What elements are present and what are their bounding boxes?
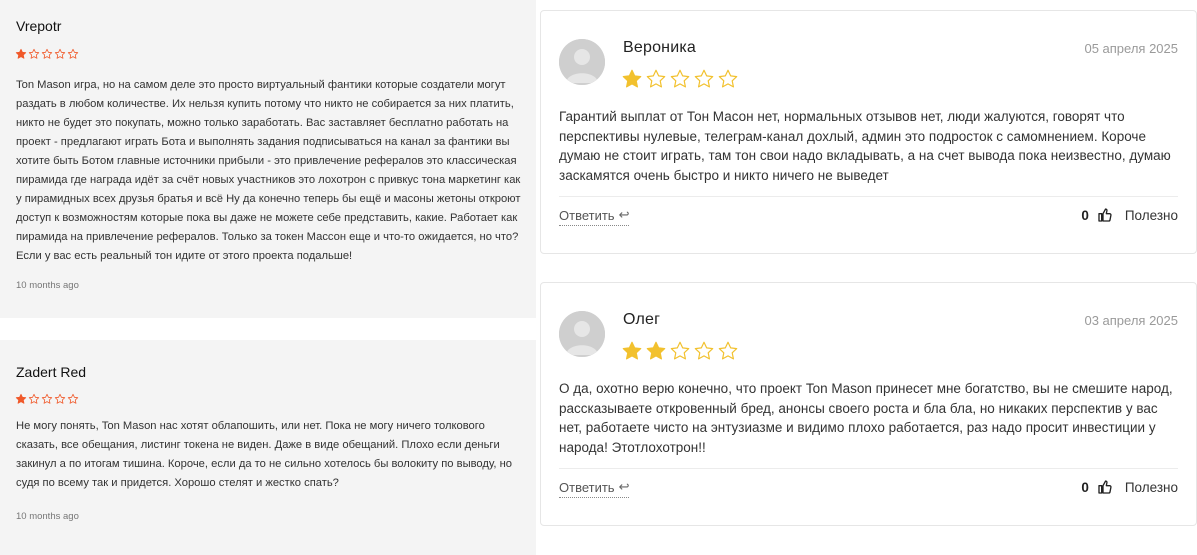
star-empty-icon — [670, 341, 690, 360]
star-rating — [621, 340, 739, 362]
star-empty-icon — [67, 393, 79, 404]
thumbs-up-icon[interactable] — [1097, 479, 1113, 495]
helpful-label[interactable]: Полезно — [1125, 480, 1178, 495]
star-empty-icon — [646, 69, 666, 88]
review-text: Ton Mason игра, но на самом деле это про… — [16, 79, 521, 262]
review-text: О да, охотно верю конечно, что проект To… — [559, 381, 1173, 455]
star-filled-icon — [15, 48, 27, 59]
star-empty-icon — [41, 393, 53, 404]
review-text: Гарантий выплат от Тон Масон нет, нормал… — [559, 109, 1171, 183]
reply-arrow-icon: ↩ — [618, 207, 630, 222]
helpful-count: 0 — [1081, 479, 1089, 495]
star-rating — [15, 48, 79, 60]
thumbs-up-icon[interactable] — [1097, 207, 1113, 223]
review-timestamp: 10 months ago — [16, 511, 79, 522]
review-author: Vrepotr — [16, 18, 62, 34]
star-rating — [15, 393, 79, 405]
star-filled-icon — [646, 341, 666, 360]
star-empty-icon — [670, 69, 690, 88]
star-filled-icon — [622, 341, 642, 360]
star-empty-icon — [28, 393, 40, 404]
right-review-card-2: Олег 03 апреля 2025 О да, охотно верю ко… — [540, 282, 1197, 526]
star-empty-icon — [694, 341, 714, 360]
star-rating — [621, 68, 739, 90]
star-filled-icon — [15, 393, 27, 404]
default-avatar-icon — [559, 311, 605, 357]
left-review-list: Vrepotr Ton Mason игра, но на самом деле… — [0, 0, 536, 555]
star-empty-icon — [67, 48, 79, 59]
review-text: Не могу понять, Ton Mason нас хотят обла… — [16, 420, 513, 489]
star-empty-icon — [28, 48, 40, 59]
left-review-card-2: Zadert Red Не могу понять, Ton Mason нас… — [0, 340, 536, 555]
star-empty-icon — [694, 69, 714, 88]
helpful-label[interactable]: Полезно — [1125, 208, 1178, 223]
review-timestamp: 10 months ago — [16, 280, 79, 291]
helpful-vote: 0 Полезно — [1081, 479, 1178, 495]
divider — [559, 468, 1178, 469]
review-date: 05 апреля 2025 — [1084, 41, 1178, 56]
star-empty-icon — [718, 69, 738, 88]
helpful-vote: 0 Полезно — [1081, 207, 1178, 223]
reply-arrow-icon: ↩ — [618, 479, 630, 494]
reply-label: Ответить — [559, 479, 615, 495]
star-empty-icon — [54, 48, 66, 59]
star-empty-icon — [54, 393, 66, 404]
review-author: Вероника — [623, 39, 696, 56]
review-author: Олег — [623, 311, 661, 328]
default-avatar-icon — [559, 39, 605, 85]
star-empty-icon — [718, 341, 738, 360]
helpful-count: 0 — [1081, 207, 1089, 223]
right-review-card-1: Вероника 05 апреля 2025 Гарантий выплат … — [540, 10, 1197, 254]
reply-button[interactable]: Ответить ↩ — [559, 207, 630, 226]
review-author: Zadert Red — [16, 364, 87, 380]
reply-label: Ответить — [559, 207, 615, 223]
star-filled-icon — [622, 69, 642, 88]
star-empty-icon — [41, 48, 53, 59]
reply-button[interactable]: Ответить ↩ — [559, 479, 630, 498]
divider — [559, 196, 1178, 197]
review-date: 03 апреля 2025 — [1084, 313, 1178, 328]
left-review-card-1: Vrepotr Ton Mason игра, но на самом деле… — [0, 0, 536, 318]
